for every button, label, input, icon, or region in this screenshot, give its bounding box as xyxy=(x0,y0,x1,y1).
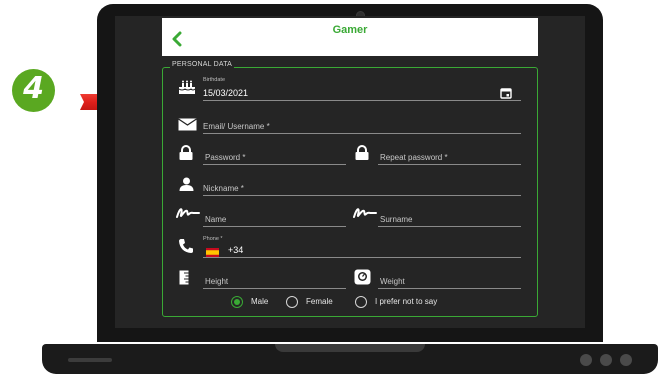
radio-male[interactable] xyxy=(231,296,243,308)
signature-icon xyxy=(176,208,200,218)
birthdate-label: Birthdate xyxy=(203,77,226,83)
radio-male-label: Male xyxy=(251,297,269,306)
email-field[interactable]: Email/ Username * xyxy=(203,122,270,131)
weight-underline xyxy=(378,288,521,289)
envelope-icon xyxy=(178,118,197,131)
calendar-icon[interactable] xyxy=(500,87,512,99)
step-number: 4 xyxy=(23,71,44,106)
name-field[interactable]: Name xyxy=(205,215,226,224)
nickname-field[interactable]: Nickname * xyxy=(203,184,244,193)
scale-icon xyxy=(354,269,371,285)
laptop-led xyxy=(600,354,612,366)
laptop-led xyxy=(580,354,592,366)
weight-field[interactable]: Weight xyxy=(380,277,405,286)
laptop-led xyxy=(620,354,632,366)
birthdate-underline xyxy=(203,100,521,101)
section-title: PERSONAL DATA xyxy=(170,61,235,68)
height-underline xyxy=(203,288,346,289)
ruler-icon xyxy=(179,270,189,285)
screenshot: 4 Gamer PERSONAL DATA Birthdate 15/03/20… xyxy=(0,0,666,376)
cake-icon xyxy=(178,80,196,94)
phone-label: Phone * xyxy=(203,236,223,242)
radio-prefer-not-to-say-label: I prefer not to say xyxy=(375,297,438,306)
signature-icon xyxy=(353,208,377,218)
app-header: Gamer xyxy=(162,18,538,56)
password-underline xyxy=(203,164,346,165)
radio-prefer-not-to-say[interactable] xyxy=(355,296,367,308)
laptop-slot xyxy=(68,358,112,362)
phone-field[interactable]: +34 xyxy=(228,245,243,255)
name-underline xyxy=(203,226,346,227)
radio-female[interactable] xyxy=(286,296,298,308)
phone-icon xyxy=(179,239,193,253)
spain-flag-icon[interactable] xyxy=(206,248,219,257)
chevron-left-icon[interactable] xyxy=(170,31,184,47)
surname-underline xyxy=(378,226,521,227)
birthdate-field[interactable]: 15/03/2021 xyxy=(203,88,248,98)
surname-field[interactable]: Surname xyxy=(380,215,412,224)
password-field[interactable]: Password * xyxy=(205,153,245,162)
height-field[interactable]: Height xyxy=(205,277,228,286)
laptop-notch xyxy=(275,344,425,352)
repeat-password-underline xyxy=(378,164,521,165)
radio-female-label: Female xyxy=(306,297,333,306)
page-title: Gamer xyxy=(332,24,368,36)
phone-underline xyxy=(203,257,521,258)
person-icon xyxy=(179,177,194,191)
email-underline xyxy=(203,133,521,134)
lock-icon xyxy=(355,145,369,160)
repeat-password-field[interactable]: Repeat password * xyxy=(380,153,448,162)
lock-icon xyxy=(179,145,193,160)
nickname-underline xyxy=(203,195,521,196)
